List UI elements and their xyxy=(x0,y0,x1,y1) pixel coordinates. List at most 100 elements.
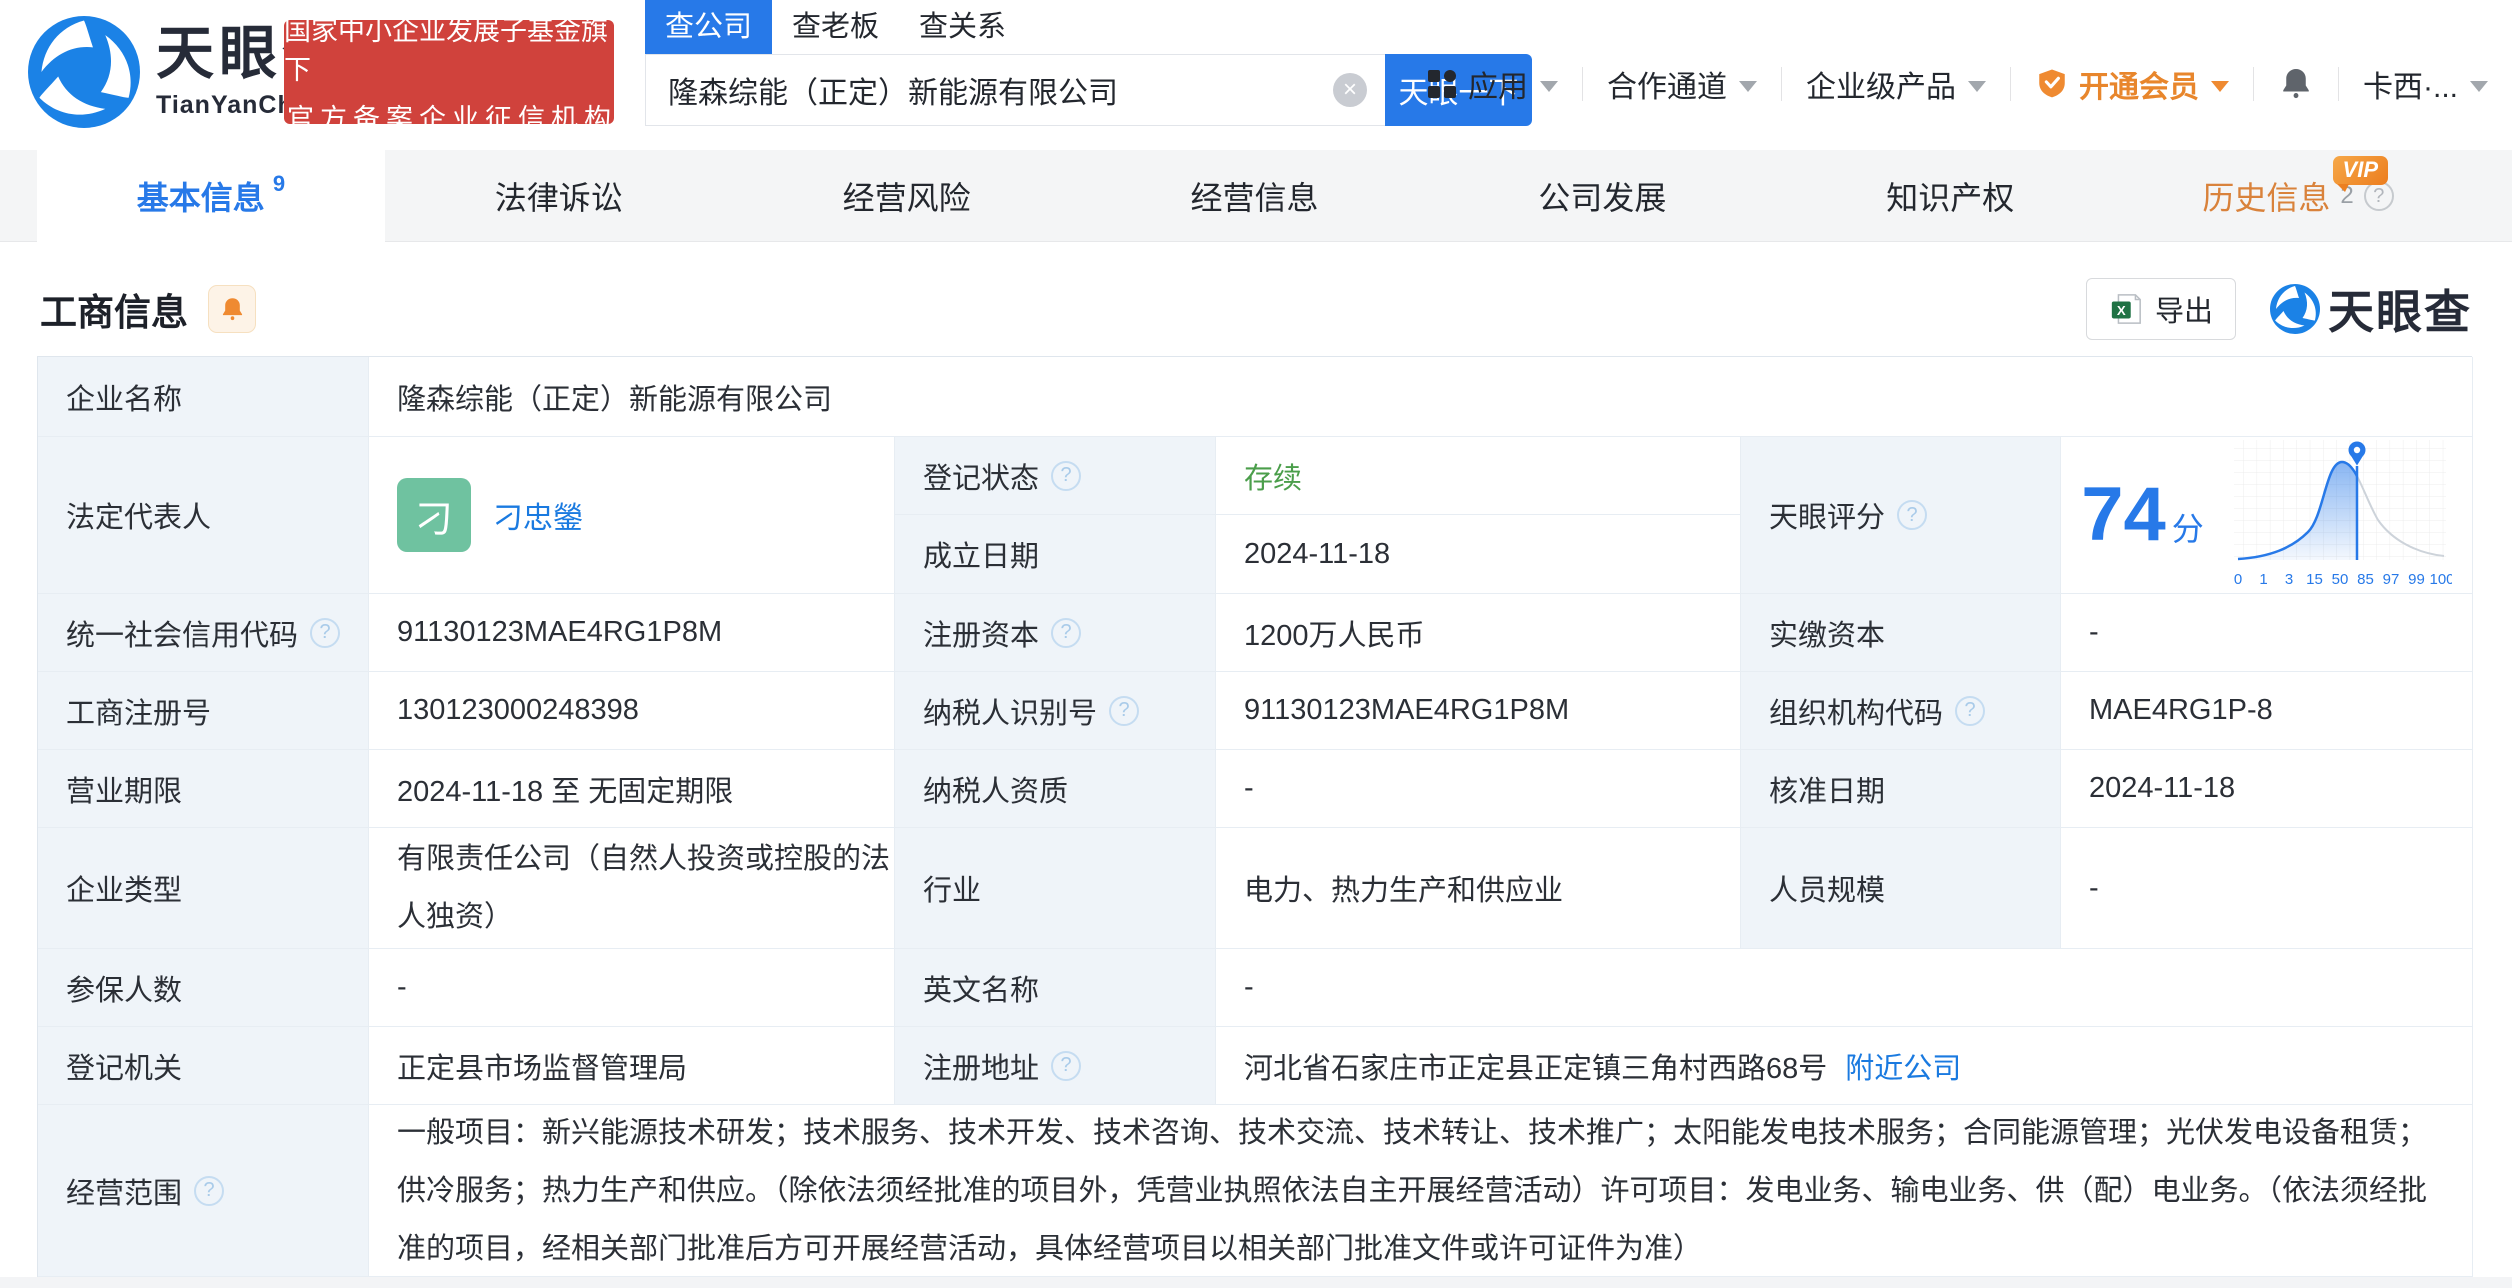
gov-badge-line2: 官方备案企业征信机构 xyxy=(287,97,617,136)
svg-text:X: X xyxy=(2117,303,2126,318)
taxpayer-quality-value: - xyxy=(1216,750,1741,828)
label-text: 注册资本 xyxy=(923,612,1039,654)
english-name-value: - xyxy=(1216,949,2473,1027)
help-icon[interactable]: ? xyxy=(2364,181,2394,211)
nav-separator xyxy=(1781,67,1782,101)
tab-label: 经营风险 xyxy=(843,173,971,219)
question-icon[interactable]: ? xyxy=(1955,696,1985,726)
question-icon[interactable]: ? xyxy=(194,1176,224,1206)
nav-apps[interactable]: 应用 xyxy=(1426,62,1558,106)
company-name-value: 隆森综能（正定）新能源有限公司 xyxy=(369,357,2473,437)
nav-separator xyxy=(2338,67,2339,101)
reg-status-value: 存续 xyxy=(1216,437,1741,515)
business-term-label: 营业期限 xyxy=(38,750,369,828)
legal-rep-avatar[interactable]: 刁 xyxy=(397,478,471,552)
gov-badge-line1: 国家中小企业发展子基金旗下 xyxy=(284,9,614,87)
credit-code-value: 91130123MAE4RG1P8M xyxy=(369,594,895,672)
tab-intellectual-property[interactable]: 知识产权 xyxy=(1776,150,2124,242)
monitor-bell-button[interactable] xyxy=(208,285,256,333)
nav-enterprise[interactable]: 企业级产品 xyxy=(1806,62,1986,106)
credit-code-label: 统一社会信用代码 ? xyxy=(38,594,369,672)
company-tabbar: 基本信息 9 法律诉讼 经营风险 经营信息 公司发展 知识产权 VIP 历史信息… xyxy=(0,150,2512,242)
status-badge: 存续 xyxy=(1244,455,1302,497)
export-button[interactable]: X 导出 xyxy=(2086,278,2236,340)
nav-user-menu[interactable]: 卡西·... xyxy=(2363,62,2488,106)
label-text: 登记状态 xyxy=(923,455,1039,497)
nav-channel-label: 合作通道 xyxy=(1607,62,1727,106)
question-icon[interactable]: ? xyxy=(1051,1051,1081,1081)
question-icon[interactable]: ? xyxy=(1051,461,1081,491)
tab-basic-info[interactable]: 基本信息 9 xyxy=(37,150,385,242)
label-text: 经营范围 xyxy=(66,1170,182,1212)
nav-notifications[interactable] xyxy=(2278,66,2314,102)
question-icon[interactable]: ? xyxy=(1051,618,1081,648)
score-number: 74 xyxy=(2081,477,2166,553)
tab-business-info[interactable]: 经营信息 xyxy=(1081,150,1429,242)
business-scope-value: 一般项目：新兴能源技术研发；技术服务、技术开发、技术咨询、技术交流、技术转让、技… xyxy=(369,1105,2473,1277)
question-icon[interactable]: ? xyxy=(1109,696,1139,726)
nav-separator xyxy=(2253,67,2254,101)
export-label: 导出 xyxy=(2155,288,2213,330)
bell-icon xyxy=(2278,66,2314,102)
logo-swirl-icon xyxy=(28,16,140,128)
business-info-section-head: 工商信息 X 导出 天眼查 xyxy=(40,276,2472,342)
company-type-value: 有限责任公司（自然人投资或控股的法人独资） xyxy=(369,828,895,949)
score-distribution-chart: 0 1 3 15 50 85 97 99 100 xyxy=(2230,436,2452,594)
tab-label: 公司发展 xyxy=(1538,173,1666,219)
search-tab-relation[interactable]: 查关系 xyxy=(899,0,1026,54)
company-name-label: 企业名称 xyxy=(38,357,369,437)
tab-label: 历史信息 xyxy=(2202,173,2330,219)
clear-search-icon[interactable]: × xyxy=(1333,73,1367,107)
label-text: 纳税人识别号 xyxy=(923,690,1097,732)
tab-label: 经营信息 xyxy=(1191,173,1319,219)
search-tab-company[interactable]: 查公司 xyxy=(645,0,772,54)
crown-icon xyxy=(2035,67,2069,101)
business-info-table: 企业名称 隆森综能（正定）新能源有限公司 法定代表人 刁 刁忠鎣 登记状态 ? … xyxy=(37,356,2472,1277)
nav-apps-label: 应用 xyxy=(1468,62,1528,106)
score-label: 天眼评分 ? xyxy=(1741,437,2061,594)
legal-rep-name-link[interactable]: 刁忠鎣 xyxy=(493,493,583,537)
reg-address-cell: 河北省石家庄市正定县正定镇三角村西路68号 附近公司 xyxy=(1216,1027,2473,1105)
chevron-down-icon xyxy=(2470,81,2488,92)
reg-address-label: 注册地址 ? xyxy=(895,1027,1216,1105)
reg-status-label: 登记状态 ? xyxy=(895,437,1216,515)
legal-rep-label: 法定代表人 xyxy=(38,437,369,594)
tab-history-info[interactable]: VIP 历史信息 2 ? xyxy=(2124,150,2472,242)
chevron-down-icon xyxy=(1540,81,1558,92)
insured-label: 参保人数 xyxy=(38,949,369,1027)
nav-channel[interactable]: 合作通道 xyxy=(1607,62,1757,106)
tab-label: 知识产权 xyxy=(1886,173,2014,219)
search-tab-boss[interactable]: 查老板 xyxy=(772,0,899,54)
company-type-label: 企业类型 xyxy=(38,828,369,949)
label-text: 注册地址 xyxy=(923,1045,1039,1087)
next-section-strip xyxy=(0,1277,2512,1288)
chevron-down-icon xyxy=(1739,81,1757,92)
establish-date-label: 成立日期 xyxy=(895,515,1216,594)
tab-operational-risk[interactable]: 经营风险 xyxy=(733,150,1081,242)
value-text: 一般项目：新兴能源技术研发；技术服务、技术开发、技术咨询、技术交流、技术转让、技… xyxy=(397,1104,2452,1278)
tab-count: 9 xyxy=(273,171,285,197)
tab-company-development[interactable]: 公司发展 xyxy=(1428,150,1776,242)
svg-text:100: 100 xyxy=(2429,571,2452,588)
approval-date-value: 2024-11-18 xyxy=(2061,750,2473,828)
tab-label: 基本信息 xyxy=(137,173,265,219)
nearby-companies-link[interactable]: 附近公司 xyxy=(1845,1045,1961,1087)
nav-separator xyxy=(2010,67,2011,101)
nav-member-label: 开通会员 xyxy=(2079,62,2199,106)
nav-open-member[interactable]: 开通会员 xyxy=(2035,62,2229,106)
nav-username: 卡西·... xyxy=(2363,62,2458,106)
industry-value: 电力、热力生产和供应业 xyxy=(1216,828,1741,949)
watermark-logo: 天眼查 xyxy=(2270,276,2472,342)
apps-grid-icon xyxy=(1426,68,1458,100)
tab-legal-litigation[interactable]: 法律诉讼 xyxy=(385,150,733,242)
question-icon[interactable]: ? xyxy=(1897,500,1927,530)
svg-text:3: 3 xyxy=(2285,571,2293,588)
search-input[interactable] xyxy=(645,54,1385,126)
score-cell[interactable]: 74 分 xyxy=(2061,437,2473,594)
gov-certification-badge: 国家中小企业发展子基金旗下 官方备案企业征信机构 xyxy=(284,20,614,124)
reg-capital-value: 1200万人民币 xyxy=(1216,594,1741,672)
taxpayer-id-label: 纳税人识别号 ? xyxy=(895,672,1216,750)
section-title: 工商信息 xyxy=(40,282,188,336)
label-text: 统一社会信用代码 xyxy=(66,612,298,654)
question-icon[interactable]: ? xyxy=(310,618,340,648)
